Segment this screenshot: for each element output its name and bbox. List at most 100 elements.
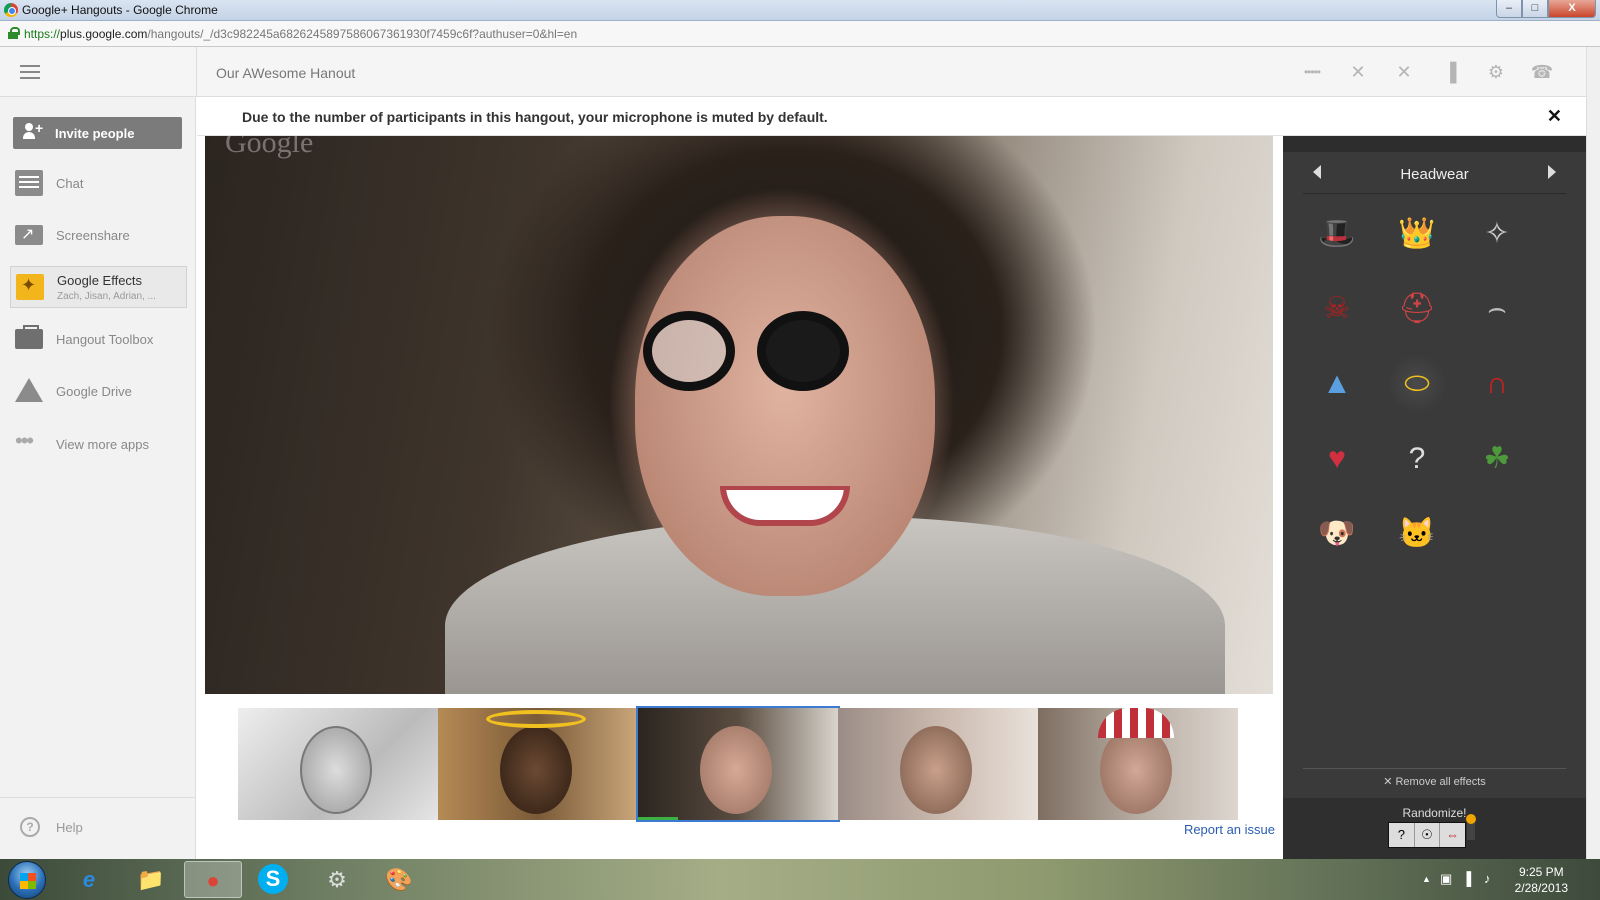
mute-notice-text: Due to the number of participants in thi… [242,109,828,125]
apps-sidebar: Invite people Chat Screenshare Google Ef… [0,97,196,859]
slot-machine[interactable]: ? ☉ ⇔ [1388,822,1466,848]
participant-face [900,726,972,814]
participant-thumb[interactable] [238,708,438,820]
network-icon[interactable]: ▐ [1462,871,1471,886]
taskbar-clock[interactable]: 9:25 PM 2/28/2013 [1515,864,1568,896]
effects-wand-icon [16,274,44,300]
halo-effect-icon[interactable]: ⬭ [1387,354,1447,414]
more-dots-icon: ••• [15,428,34,453]
mystery-effect-icon[interactable]: ? [1387,429,1447,489]
signal-dots-icon: ••••• [1303,65,1321,79]
paint-icon[interactable]: 🎨 [370,861,428,898]
viking-helmet-icon[interactable]: ⛑ [1387,279,1447,339]
url-host: plus.google.com [60,27,148,41]
file-explorer-icon[interactable]: 📁 [122,861,180,898]
category-selector: Headwear [1303,158,1566,194]
sidebar-item-label: View more apps [56,437,149,452]
url-path: /hangouts/_/d3c982245a682624589758606736… [147,27,578,41]
sidebar-item-view-more-apps[interactable]: ••• View more apps [10,424,187,466]
hangout-title[interactable]: Our AWesome Hanout [216,65,355,81]
chrome-taskbar-icon[interactable]: ● [184,861,242,898]
glasses-lens-icon [643,311,735,391]
action-center-icon[interactable]: ▣ [1440,871,1452,887]
remove-all-effects-button[interactable]: ✕ Remove all effects [1303,768,1566,788]
sidebar-item-label: Google Drive [56,384,132,399]
mute-notice: Due to the number of participants in thi… [197,98,1586,136]
windows-taskbar: e 📁 ● S ⚙ 🎨 ▲ ▣ ▐ ♪ 9:25 PM 2/28/2013 [0,859,1600,900]
sidebar-item-hangout-toolbox[interactable]: Hangout Toolbox [10,319,187,361]
hangout-header: Our AWesome Hanout ••••• ✕ ✕ ▐ ⚙ ☎ [0,47,1586,97]
sidebar-item-google-effects[interactable]: Google Effects Zach, Jisan, Adrian, ... [10,266,187,308]
sidebar-item-screenshare[interactable]: Screenshare [10,215,187,257]
sidebar-item-google-drive[interactable]: Google Drive [10,371,187,413]
sidebar-item-chat[interactable]: Chat [10,163,187,205]
randomize-lever-icon[interactable] [1466,814,1476,840]
show-hidden-icons-icon[interactable]: ▲ [1422,874,1431,884]
toolbox-icon [15,325,43,349]
chat-icon [15,170,43,196]
window-titlebar: Google+ Hangouts - Google Chrome – □ X [0,0,1600,21]
dog-ears-icon[interactable]: 🐶 [1307,504,1367,564]
cat-mask-icon[interactable]: 🐱 [1387,504,1447,564]
report-issue-link[interactable]: Report an issue [1184,822,1275,837]
participant-thumb[interactable] [838,708,1038,820]
invite-label: Invite people [55,126,135,141]
steam-icon[interactable]: ⚙ [308,861,366,898]
header-controls: ••••• ✕ ✕ ▐ ⚙ ☎ [1298,59,1556,85]
tiara-icon[interactable]: ✧ [1467,204,1527,264]
participant-sketch [300,726,372,814]
bandwidth-icon[interactable]: ▐ [1436,59,1464,85]
system-tray: ▲ ▣ ▐ ♪ 9:25 PM 2/28/2013 [1400,859,1600,900]
slot-1: ? [1389,823,1415,847]
minimize-button[interactable]: – [1496,0,1522,18]
internet-explorer-icon[interactable]: e [60,861,118,898]
sidebar-item-label: Google Effects [57,273,143,288]
participant-face [500,726,572,814]
help-link[interactable]: ? Help [0,797,196,859]
page-scrollbar[interactable] [1586,47,1600,859]
sidebar-item-label: Screenshare [56,228,130,243]
settings-icon[interactable]: ⚙ [1482,59,1510,85]
pirate-hat-icon[interactable]: ☠ [1307,279,1367,339]
hang-up-icon[interactable]: ☎ [1528,59,1556,85]
participant-thumb[interactable] [438,708,638,820]
start-button[interactable] [8,861,46,899]
clock-date: 2/28/2013 [1514,881,1568,895]
menu-icon[interactable] [20,65,40,79]
devil-horns-icon[interactable]: ∩ [1467,354,1527,414]
google-visor-icon[interactable]: ⌢ [1467,279,1527,339]
effects-panel: Headwear 🎩 👑 ✧ ☠ ⛑ ⌢ ▲ ⬭ ∩ ♥ ? ☘ 🐶 🐱 ✕ R… [1283,136,1586,859]
lock-icon [8,27,20,39]
invite-people-button[interactable]: Invite people [13,117,182,149]
skype-icon[interactable]: S [258,864,288,894]
address-bar[interactable]: https://plus.google.com/hangouts/_/d3c98… [0,21,1600,47]
url-text[interactable]: https://plus.google.com/hangouts/_/d3c98… [24,27,577,41]
close-notice-button[interactable]: ✕ [1547,106,1562,127]
drive-icon [15,378,43,402]
party-hat-icon[interactable]: ▲ [1307,354,1367,414]
participant-thumb-selected[interactable] [636,706,840,822]
halo-icon [486,710,586,728]
randomize-area: Randomize! ? ☉ ⇔ [1283,798,1586,859]
main-video-feed[interactable]: Google [205,136,1273,694]
palm-leaf-hat-icon[interactable]: ☘ [1467,429,1527,489]
url-scheme: https:// [24,27,61,41]
close-window-button[interactable]: X [1548,0,1596,18]
next-category-icon[interactable] [1548,165,1556,179]
effects-panel-topbar [1283,136,1586,152]
chrome-logo-icon [4,3,18,17]
slot-3: ⇔ [1446,827,1460,842]
sidebar-item-label: Hangout Toolbox [56,332,154,347]
participant-thumb[interactable] [1038,708,1238,820]
screenshare-icon [15,224,43,245]
add-person-icon [23,120,45,143]
volume-icon[interactable]: ♪ [1484,871,1491,886]
window-title: Google+ Hangouts - Google Chrome [22,3,218,17]
mic-off-icon[interactable]: ✕ [1344,59,1372,85]
maximize-button[interactable]: □ [1522,0,1548,18]
camera-off-icon[interactable]: ✕ [1390,59,1418,85]
heart-headband-icon[interactable]: ♥ [1307,429,1367,489]
effects-users: Zach, Jisan, Adrian, ... [57,291,156,302]
striped-top-hat-icon[interactable]: 🎩 [1307,204,1367,264]
gold-crown-icon[interactable]: 👑 [1387,204,1447,264]
